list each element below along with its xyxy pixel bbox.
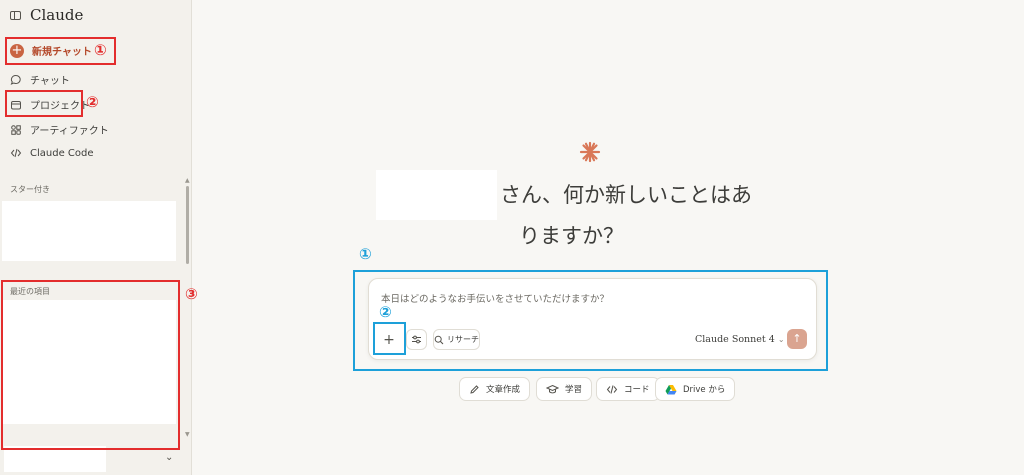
annotation-box-add-button: [373, 322, 406, 355]
chip-label: 学習: [565, 385, 583, 395]
pencil-icon: [470, 384, 479, 394]
chip-drive[interactable]: Drive から: [655, 377, 736, 401]
annotation-number: ②: [379, 303, 392, 321]
scroll-down-arrow-icon[interactable]: ▼: [185, 431, 190, 438]
annotation-box-recent: [1, 280, 180, 450]
app-title: Claude: [30, 6, 84, 24]
sliders-icon: [412, 335, 421, 344]
graduation-cap-icon: [546, 384, 559, 393]
sidebar-toggle-icon[interactable]: [10, 10, 21, 20]
code-icon: [10, 148, 22, 158]
arrow-up-icon: ↑: [792, 332, 802, 345]
model-selector[interactable]: Claude Sonnet 4 ⌄: [695, 334, 785, 345]
chevron-down-icon: ⌄: [777, 335, 785, 344]
chip-label: コード: [624, 385, 650, 395]
annotation-number: ①: [94, 41, 107, 59]
model-label: Claude Sonnet 4: [695, 334, 775, 345]
sidebar-item-chats[interactable]: チャット: [10, 72, 70, 87]
chat-bubble-icon: [10, 74, 21, 85]
annotation-number: ①: [359, 245, 372, 263]
starred-section-label: スター付き: [10, 185, 50, 194]
code-icon: [606, 384, 618, 394]
research-label: リサーチ: [447, 335, 479, 344]
sidebar-item-label: アーティファクト: [30, 126, 109, 137]
chip-learning[interactable]: 学習: [536, 377, 593, 401]
chip-label: 文章作成: [486, 385, 521, 395]
sidebar-item-artifacts[interactable]: アーティファクト: [10, 122, 109, 137]
sidebar-header: Claude: [10, 6, 83, 24]
chip-writing[interactable]: 文章作成: [459, 377, 531, 401]
greeting-line-1: さん、何か新しいことはあ: [500, 183, 752, 207]
annotation-box-projects: [5, 90, 83, 117]
greeting-line-2: りますか？: [519, 224, 624, 248]
sidebar-item-label: Claude Code: [30, 147, 94, 159]
annotation-number: ②: [86, 93, 99, 111]
search-icon: [434, 335, 444, 344]
starred-list-redacted: [2, 201, 176, 261]
chip-code[interactable]: コード: [596, 377, 660, 401]
annotation-number: ③: [185, 285, 198, 303]
sidebar-scrollbar[interactable]: [186, 186, 189, 264]
username-redacted: [376, 170, 497, 220]
sidebar-item-label: チャット: [30, 76, 70, 87]
sidebar-item-claude-code[interactable]: Claude Code: [10, 147, 94, 159]
chat-input-card: 本日はどのようなお手伝いをさせていただけますか？ + リサーチ Claude S…: [368, 278, 817, 360]
chevron-down-icon[interactable]: ⌄: [165, 452, 173, 463]
google-drive-icon: [665, 384, 677, 394]
tools-button[interactable]: [406, 329, 427, 350]
chat-input[interactable]: 本日はどのようなお手伝いをさせていただけますか？: [381, 291, 609, 305]
research-button[interactable]: リサーチ: [433, 329, 480, 350]
scroll-up-arrow-icon[interactable]: ▲: [185, 177, 190, 184]
claude-spark-icon: [579, 141, 601, 163]
chip-label: Drive から: [683, 385, 726, 395]
artifacts-icon: [11, 124, 21, 135]
send-button[interactable]: ↑: [787, 329, 807, 349]
